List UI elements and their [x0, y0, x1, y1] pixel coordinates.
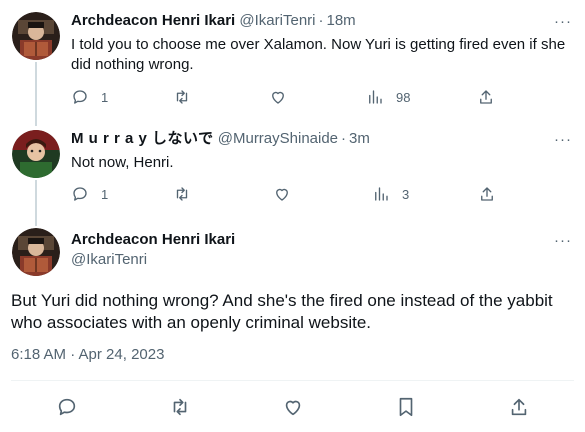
tweet-header: M u r r a y しないで @MurrayShinaide · 3m — [71, 129, 370, 149]
like-button[interactable] — [273, 184, 291, 204]
tweet-time[interactable]: 18m — [326, 12, 355, 29]
views-icon — [369, 90, 382, 104]
reply-icon — [73, 187, 87, 201]
main-display-name[interactable]: Archdeacon Henri Ikari — [71, 230, 235, 250]
display-name[interactable]: Archdeacon Henri Ikari — [71, 12, 235, 29]
retweet-icon — [176, 187, 188, 201]
tweet-actions: 1 98 — [71, 87, 571, 107]
views-count: 3 — [402, 186, 410, 202]
tweet-text: Not now, Henri. — [71, 154, 174, 171]
share-icon — [480, 90, 492, 104]
retweet-button[interactable] — [169, 396, 191, 418]
avatar[interactable] — [12, 228, 60, 276]
display-name[interactable]: Archdeacon Henri Ikari — [71, 231, 235, 248]
tweet-actions: 1 3 — [71, 184, 571, 204]
divider — [11, 380, 574, 381]
user-handle[interactable]: @IkariTenri — [239, 12, 315, 29]
share-icon — [481, 187, 493, 201]
reply-button[interactable]: 1 — [71, 87, 108, 107]
tweet-text: I told you to choose me over Xalamon. No… — [71, 36, 566, 73]
separator: · — [318, 12, 324, 29]
more-icon[interactable]: ··· — [551, 132, 575, 153]
main-tweet-text: But Yuri did nothing wrong? And she's th… — [11, 291, 553, 332]
like-icon — [276, 188, 288, 201]
share-button[interactable] — [478, 184, 496, 204]
reply-button[interactable] — [56, 396, 78, 418]
user-handle[interactable]: @IkariTenri — [71, 251, 147, 268]
views-count: 98 — [396, 89, 411, 105]
more-icon[interactable]: ··· — [551, 14, 575, 35]
reply-button[interactable]: 1 — [71, 184, 108, 204]
reply-icon — [58, 398, 76, 416]
retweet-button[interactable] — [173, 184, 191, 204]
thread-line — [35, 62, 37, 126]
views-button[interactable]: 98 — [366, 87, 410, 107]
reply-count: 1 — [101, 89, 109, 105]
display-name[interactable]: M u r r a y しないで — [71, 130, 214, 147]
bookmark-icon — [399, 397, 413, 417]
tweet-time[interactable]: 3m — [349, 130, 370, 147]
separator: · — [341, 130, 347, 147]
retweet-icon — [173, 398, 187, 416]
reply-count: 1 — [101, 186, 109, 202]
share-icon — [511, 398, 527, 416]
like-button[interactable] — [282, 396, 304, 418]
thread-line — [35, 180, 37, 226]
like-icon — [285, 400, 301, 416]
bookmark-button[interactable] — [395, 396, 417, 418]
retweet-button[interactable] — [173, 87, 191, 107]
share-button[interactable] — [508, 396, 530, 418]
main-user-handle[interactable]: @IkariTenri — [71, 250, 147, 270]
more-icon[interactable]: ··· — [551, 233, 575, 254]
tweet-timestamp[interactable]: 6:18 AM · Apr 24, 2023 — [11, 346, 164, 363]
like-icon — [272, 91, 284, 104]
views-icon — [375, 187, 388, 201]
like-button[interactable] — [269, 87, 287, 107]
user-handle[interactable]: @MurrayShinaide — [218, 130, 338, 147]
reply-icon — [73, 90, 87, 104]
retweet-icon — [176, 90, 188, 104]
avatar[interactable] — [12, 12, 60, 60]
tweet-header: Archdeacon Henri Ikari @IkariTenri · 18m — [71, 11, 356, 31]
share-button[interactable] — [477, 87, 495, 107]
views-button[interactable]: 3 — [372, 184, 409, 204]
avatar[interactable] — [12, 130, 60, 178]
